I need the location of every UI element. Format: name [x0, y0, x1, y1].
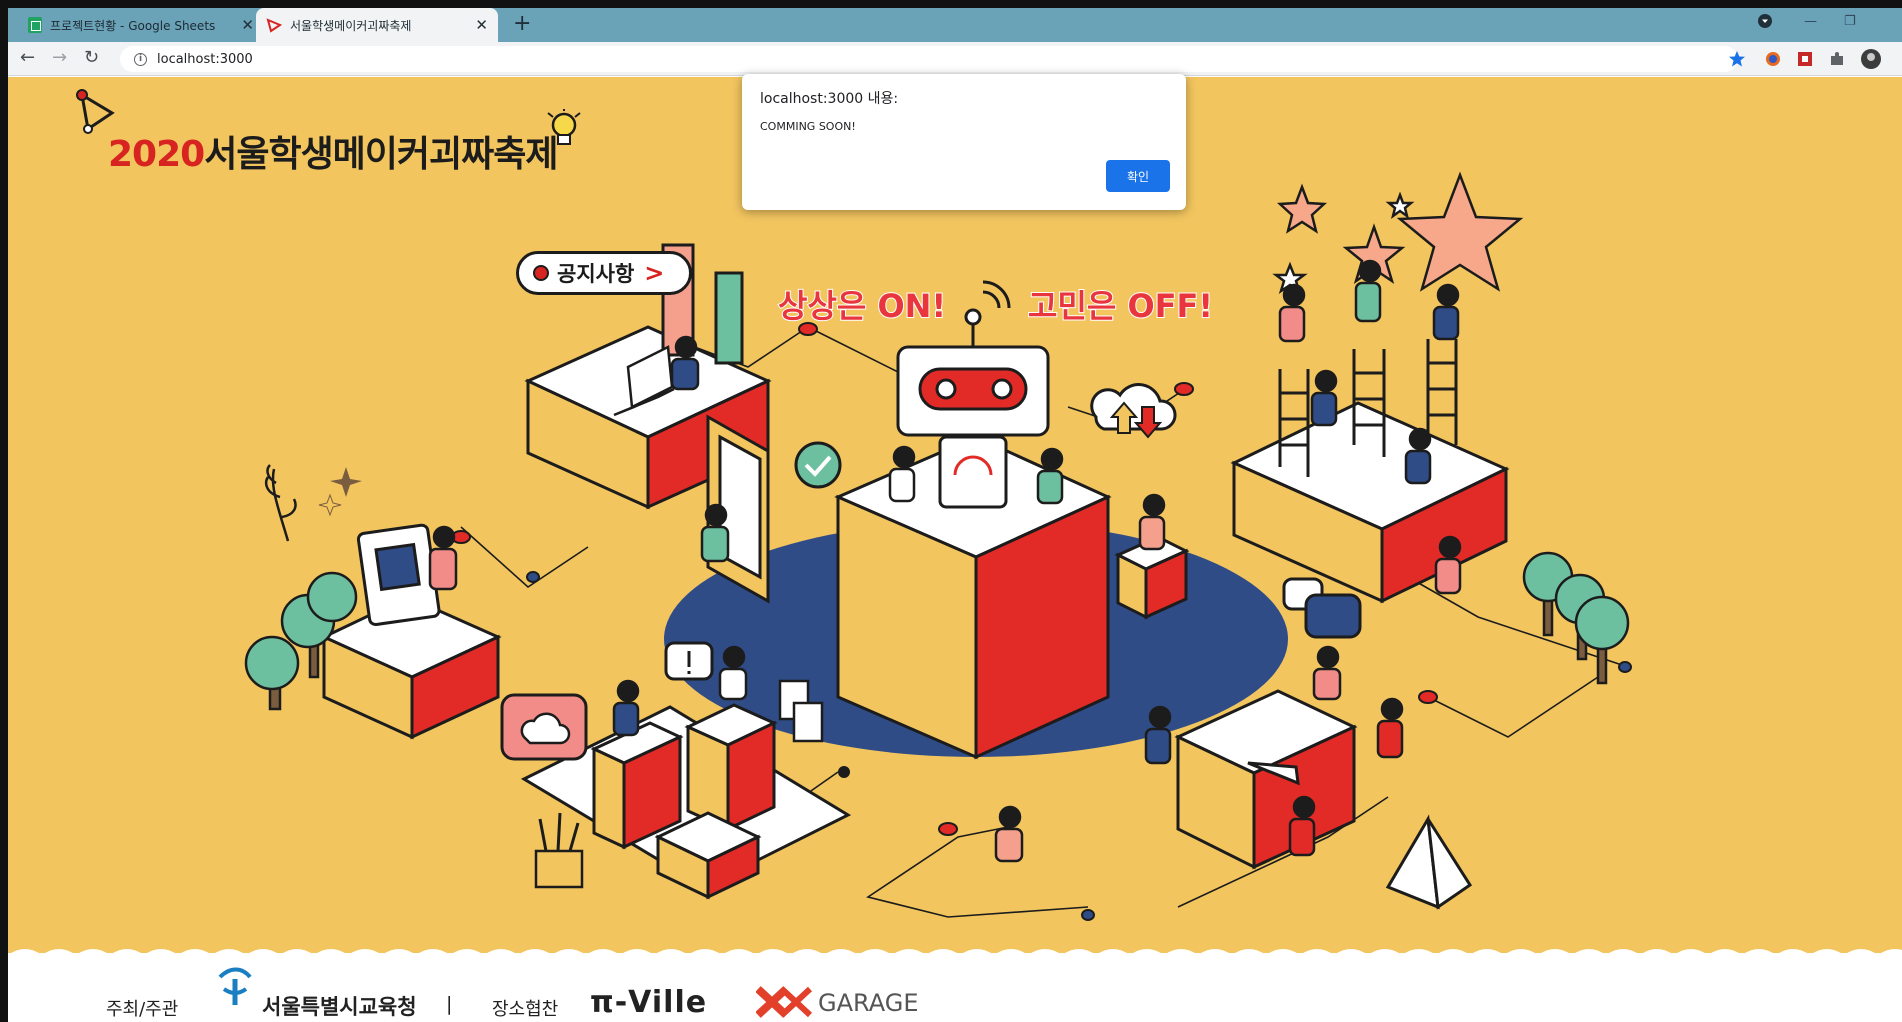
pencil-holder-icon	[534, 812, 584, 889]
footer-separator: |	[446, 993, 453, 1015]
chevron-right-icon: >	[644, 259, 665, 287]
forward-arrow-icon[interactable]: →	[52, 47, 67, 68]
sprout-icon	[264, 464, 297, 542]
notice-dot-icon	[533, 265, 549, 281]
alert-title: localhost:3000 내용:	[760, 91, 899, 107]
profile-dropdown-icon[interactable]	[1756, 12, 1774, 34]
minimize-button[interactable]: —	[1804, 14, 1817, 29]
host-org[interactable]: 서울특별시교육청	[262, 991, 417, 1021]
footer: 주최/주관 서울특별시교육청 | 장소협찬 π-Ville GARAGE	[8, 953, 1902, 1022]
restore-button[interactable]: ❐	[1844, 14, 1856, 29]
venue-label: 장소협찬	[492, 999, 559, 1020]
notice-button[interactable]: 공지사항 >	[516, 251, 692, 295]
alert-message: COMMING SOON!	[760, 120, 856, 133]
tab-google-sheets[interactable]: 프로젝트현황 - Google Sheets ✕	[18, 8, 264, 42]
browser-window: 프로젝트현황 - Google Sheets ✕ 서울학생메이커괴짜축제 ✕ +…	[8, 8, 1902, 1022]
profile-avatar-icon[interactable]	[1860, 48, 1882, 70]
card-cube	[320, 523, 502, 740]
address-bar[interactable]: i localhost:3000	[120, 46, 1738, 72]
info-icon[interactable]: i	[134, 52, 147, 66]
check-badge-icon	[794, 441, 842, 489]
ok-button[interactable]: 확인	[1106, 160, 1170, 192]
alert-dialog: localhost:3000 내용: COMMING SOON! 확인	[742, 74, 1186, 210]
sheets-icon	[28, 17, 42, 33]
close-icon[interactable]: ✕	[241, 16, 254, 34]
extensions-puzzle-icon[interactable]	[1828, 50, 1846, 68]
xgarage-x-logo-icon	[756, 986, 813, 1018]
browser-toolbar: ← → ↻ i localhost:3000	[8, 42, 1902, 76]
tab-label: 프로젝트현황 - Google Sheets	[50, 18, 216, 33]
ladder-cube	[1230, 339, 1510, 604]
cloud-sync-icon	[1090, 383, 1177, 439]
back-arrow-icon[interactable]: ←	[20, 47, 35, 68]
stars	[1272, 171, 1524, 294]
bookmark-star-icon[interactable]	[1728, 50, 1746, 68]
reload-icon[interactable]: ↻	[84, 47, 99, 68]
tab-strip: 프로젝트현황 - Google Sheets ✕ 서울학생메이커괴짜축제 ✕ +…	[8, 8, 1902, 42]
extension-red-icon[interactable]	[1796, 50, 1814, 68]
xgarage-logo[interactable]: GARAGE	[818, 989, 918, 1017]
triangle-logo-icon	[266, 18, 282, 33]
notice-label: 공지사항	[557, 262, 635, 286]
sparkle-icons	[318, 467, 362, 517]
new-tab-button[interactable]: +	[513, 13, 531, 35]
tab-label: 서울학생메이커괴짜축제	[290, 18, 412, 33]
host-label: 주최/주관	[106, 999, 179, 1020]
url-text: localhost:3000	[157, 51, 253, 67]
education-office-logo-icon	[218, 967, 252, 1005]
pyramid-shape	[1385, 814, 1473, 910]
close-icon[interactable]: ✕	[475, 16, 488, 34]
alert-bubble-icon	[664, 641, 714, 681]
extension-globe-icon[interactable]	[1764, 50, 1782, 68]
tab-maker-festival[interactable]: 서울학생메이커괴짜축제 ✕	[256, 8, 498, 42]
pi-ville-logo[interactable]: π-Ville	[590, 985, 707, 1020]
page-content: 2020서울학생메이커괴짜축제 상상은 ON! 고민은 OFF! 공지사항 > …	[8, 77, 1902, 1022]
cloud-bubble-icon	[500, 693, 588, 761]
trees-right	[1522, 551, 1630, 685]
